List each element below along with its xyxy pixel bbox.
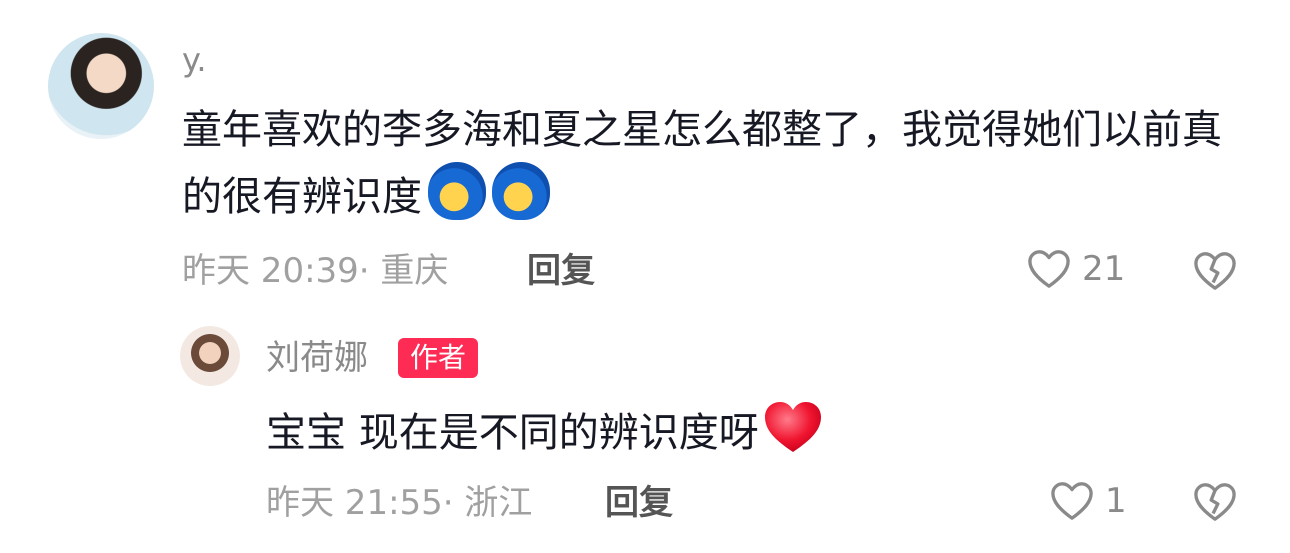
comment-reply-button[interactable]: 回复 xyxy=(527,249,595,293)
comment-text: 童年喜欢的李多海和夏之星怎么都整了，我觉得她们以前真的很有辨识度 xyxy=(182,98,1242,229)
reply-time-location: 昨天 21:55· 浙江 xyxy=(266,483,533,523)
reply-like-count: 1 xyxy=(1105,481,1127,521)
reply-author-avatar[interactable] xyxy=(180,326,240,386)
reply-text: 宝宝 现在是不同的辨识度呀 xyxy=(266,400,1166,465)
reply-username[interactable]: 刘荷娜 xyxy=(266,338,368,378)
reply-like-button[interactable]: 1 xyxy=(1049,480,1127,522)
heart-outline-icon xyxy=(1028,250,1070,288)
reply-reply-button[interactable]: 回复 xyxy=(605,481,673,525)
comment-username[interactable]: y. xyxy=(182,40,207,80)
blue-face-emoji-icon xyxy=(428,162,486,220)
broken-heart-icon[interactable] xyxy=(1192,250,1238,292)
heart-outline-icon xyxy=(1051,482,1093,520)
red-heart-emoji-icon xyxy=(764,402,821,452)
commenter-avatar[interactable] xyxy=(48,33,154,139)
comment-time-location: 昨天 20:39· 重庆 xyxy=(182,251,449,291)
broken-heart-icon[interactable] xyxy=(1192,481,1238,523)
comment-like-count: 21 xyxy=(1082,249,1126,289)
author-badge: 作者 xyxy=(398,338,479,378)
comment-like-button[interactable]: 21 xyxy=(1026,248,1125,290)
blue-face-emoji-icon xyxy=(492,162,550,220)
comment-text-content: 童年喜欢的李多海和夏之星怎么都整了，我觉得她们以前真的很有辨识度 xyxy=(182,107,1222,220)
reply-text-content: 宝宝 现在是不同的辨识度呀 xyxy=(266,410,759,456)
